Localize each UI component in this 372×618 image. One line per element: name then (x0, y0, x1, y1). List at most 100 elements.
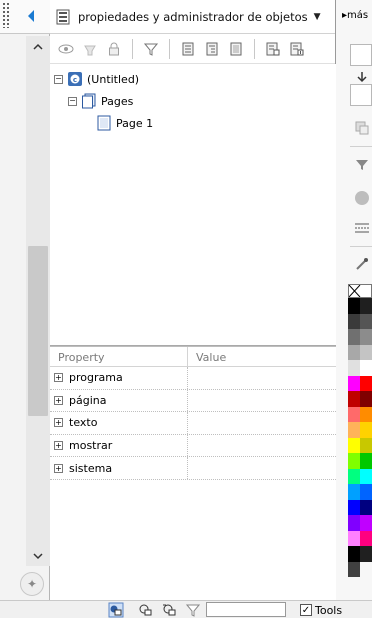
value-column-header[interactable]: Value (188, 347, 234, 366)
color-swatch[interactable] (360, 546, 372, 562)
tools-toggle[interactable]: ✓ Tools (300, 602, 342, 618)
color-swatch[interactable] (360, 499, 372, 515)
color-swatch[interactable] (348, 344, 360, 360)
expand-plus-icon[interactable]: + (54, 441, 63, 451)
tools-checkbox[interactable]: ✓ (300, 604, 312, 616)
property-column-header[interactable]: Property (50, 347, 188, 366)
printer-icon[interactable] (80, 39, 100, 59)
circle-shape-icon[interactable] (354, 190, 370, 206)
no-color-swatch[interactable] (348, 284, 372, 298)
document-root-icon: c (68, 72, 82, 86)
property-value[interactable] (188, 390, 336, 412)
object-manager-icon (56, 9, 70, 24)
color-swatch[interactable] (360, 453, 372, 469)
eye-icon[interactable] (56, 39, 76, 59)
object-tree: − c (Untitled) − Pages Page 1 (50, 64, 336, 346)
color-swatch[interactable] (348, 391, 360, 407)
property-row-sistema[interactable]: + sistema (50, 457, 336, 480)
object-layer-icon[interactable] (138, 602, 154, 618)
property-row-mostrar[interactable]: + mostrar (50, 434, 336, 458)
tree-view-icon[interactable] (202, 39, 222, 59)
color-swatch[interactable] (360, 360, 372, 376)
color-swatch[interactable] (360, 422, 372, 438)
color-swatch[interactable] (348, 329, 360, 345)
bottom-status-bar: ✓ Tools (0, 600, 372, 618)
color-swatch[interactable] (348, 406, 360, 422)
expand-plus-icon[interactable]: + (54, 373, 63, 383)
color-swatch[interactable] (348, 546, 360, 562)
color-swatch[interactable] (348, 375, 360, 391)
tree-node-root[interactable]: − c (Untitled) (54, 70, 139, 88)
color-swatch[interactable] (360, 530, 372, 546)
object-group-icon[interactable] (162, 602, 178, 618)
list-view-icon[interactable] (178, 39, 198, 59)
collapse-left-icon[interactable] (28, 10, 34, 22)
vertical-scrollbar[interactable] (26, 36, 50, 566)
page-icon (97, 115, 111, 131)
scroll-down-button[interactable] (26, 546, 50, 566)
color-swatch[interactable] (360, 391, 372, 407)
fill-bucket-icon[interactable] (354, 156, 370, 172)
status-input[interactable] (206, 602, 286, 617)
transform-icon[interactable] (354, 120, 370, 136)
tree-node-pages[interactable]: − Pages (68, 92, 133, 110)
property-row-texto[interactable]: + texto (50, 412, 336, 435)
color-swatch[interactable] (360, 298, 372, 314)
property-value[interactable] (188, 367, 336, 389)
color-swatch[interactable] (348, 422, 360, 438)
expand-icon[interactable] (287, 39, 307, 59)
property-row-programa[interactable]: + programa (50, 367, 336, 390)
eyedropper-icon[interactable] (354, 256, 370, 272)
color-palette (348, 298, 372, 577)
tool-input-box[interactable] (350, 44, 372, 66)
color-swatch[interactable] (360, 484, 372, 500)
property-row-pagina[interactable]: + página (50, 389, 336, 413)
scroll-thumb[interactable] (28, 246, 48, 416)
color-swatch[interactable] (360, 515, 372, 531)
filter-icon[interactable] (141, 39, 161, 59)
collapse-node-icon[interactable]: − (68, 96, 77, 106)
color-swatch[interactable] (348, 437, 360, 453)
scroll-up-button[interactable] (26, 36, 50, 56)
more-button[interactable]: ▸más (342, 10, 368, 21)
tool-input-box[interactable] (350, 84, 372, 106)
color-swatch[interactable] (348, 360, 360, 376)
color-swatch[interactable] (360, 375, 372, 391)
color-swatch[interactable] (360, 406, 372, 422)
panel-title: propiedades y administrador de objetos (78, 9, 308, 24)
color-swatch[interactable] (348, 468, 360, 484)
navigator-icon[interactable]: ✦ (20, 572, 44, 596)
color-swatch[interactable] (348, 530, 360, 546)
color-swatch[interactable] (348, 561, 360, 577)
expand-plus-icon[interactable]: + (54, 418, 63, 428)
tree-node-page1[interactable]: Page 1 (96, 114, 153, 132)
color-swatch[interactable] (348, 484, 360, 500)
color-swatch[interactable] (348, 515, 360, 531)
filter-icon[interactable] (186, 602, 200, 618)
color-swatch[interactable] (360, 344, 372, 360)
property-name: texto (69, 416, 98, 430)
color-swatch[interactable] (348, 313, 360, 329)
chevron-down-icon[interactable]: ▼ (314, 12, 321, 22)
property-value[interactable] (188, 412, 336, 434)
expand-plus-icon[interactable]: + (54, 395, 63, 405)
collapse-node-icon[interactable]: − (54, 74, 63, 84)
color-swatch[interactable] (360, 437, 372, 453)
collapse-icon[interactable] (263, 39, 283, 59)
color-swatch[interactable] (348, 298, 360, 314)
object-blue-icon[interactable] (108, 602, 124, 618)
color-swatch[interactable] (348, 499, 360, 515)
lock-icon[interactable] (104, 39, 124, 59)
expand-plus-icon[interactable]: + (54, 463, 63, 473)
tree-node-page1-label: Page 1 (116, 116, 154, 130)
object-manager-panel: propiedades y administrador de objetos ▼ (50, 0, 336, 600)
color-swatch[interactable] (360, 313, 372, 329)
property-value[interactable] (188, 435, 336, 457)
document-view-icon[interactable] (226, 39, 246, 59)
line-style-icon[interactable] (354, 220, 370, 236)
color-swatch[interactable] (360, 329, 372, 345)
drag-grip-icon[interactable] (2, 2, 10, 28)
property-value[interactable] (188, 457, 336, 479)
color-swatch[interactable] (360, 468, 372, 484)
color-swatch[interactable] (348, 453, 360, 469)
